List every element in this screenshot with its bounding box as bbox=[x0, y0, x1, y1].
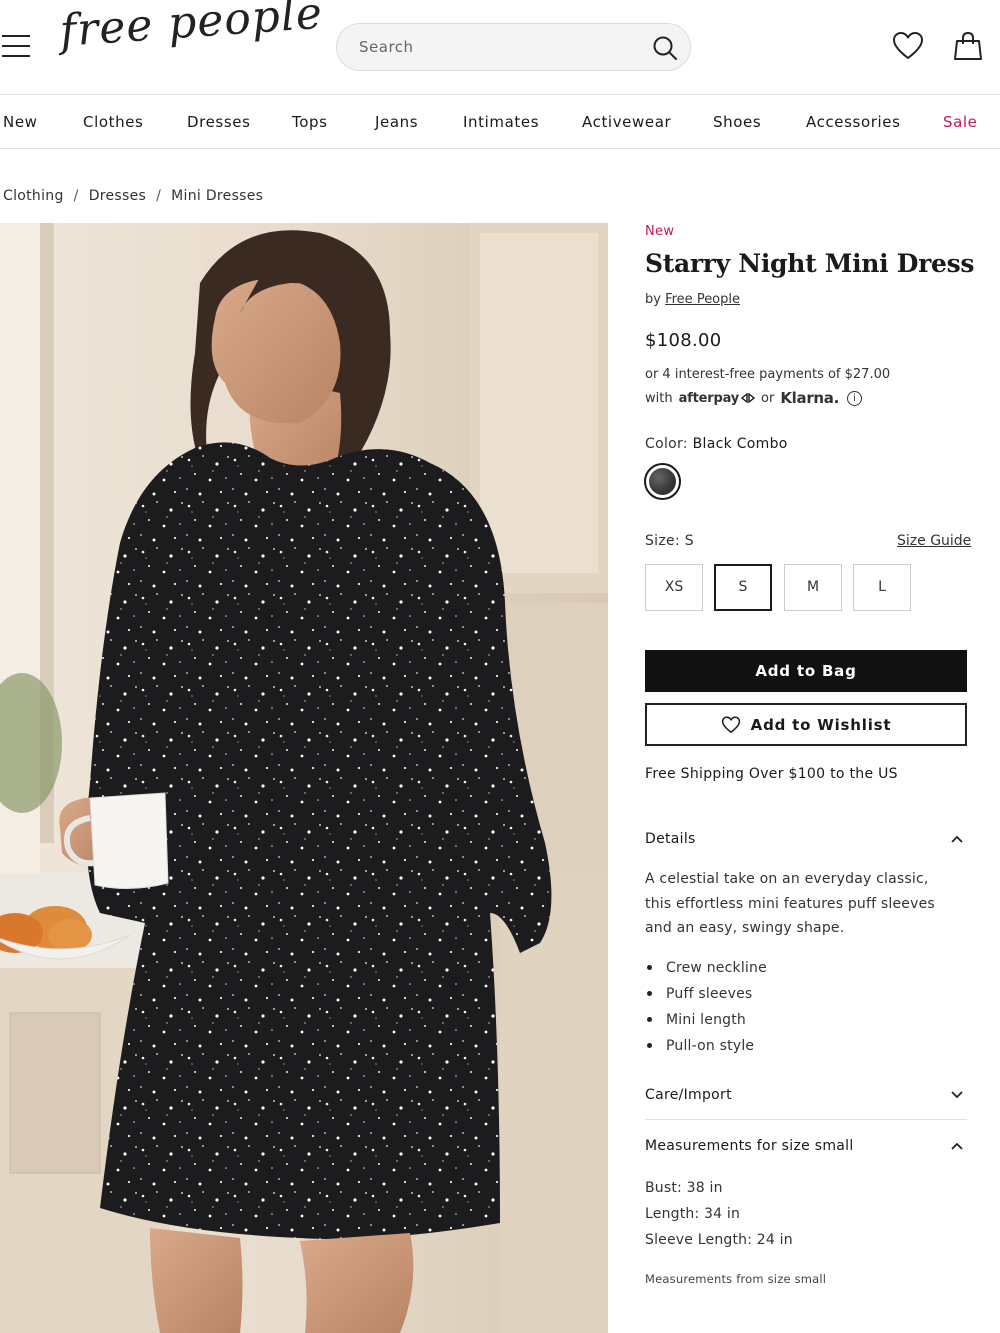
product-price: $108.00 bbox=[645, 330, 722, 351]
add-to-wishlist-label: Add to Wishlist bbox=[750, 715, 892, 734]
hamburger-menu-icon[interactable] bbox=[2, 35, 30, 59]
main-navigation: New Clothes Dresses Tops Jeans Intimates… bbox=[0, 94, 1000, 149]
product-brand-line: by Free People bbox=[645, 292, 740, 307]
size-button-m[interactable]: M bbox=[784, 564, 842, 611]
measurements-label: Measurements for size small bbox=[645, 1138, 854, 1154]
chevron-down-icon bbox=[951, 1091, 963, 1099]
details-feature-list: Crew neckline Puff sleeves Mini length P… bbox=[645, 956, 767, 1060]
size-label-prefix: Size: bbox=[645, 533, 680, 549]
product-photo-illustration bbox=[0, 223, 608, 1333]
site-logo[interactable]: free people bbox=[58, 0, 324, 57]
details-accordion-header[interactable]: Details bbox=[645, 825, 967, 855]
measurements-note: Measurements from size small bbox=[645, 1272, 827, 1286]
nav-item-dresses[interactable]: Dresses bbox=[187, 113, 251, 131]
or-text: or bbox=[761, 390, 775, 406]
chevron-up-icon bbox=[951, 835, 963, 843]
measurement-length: Length: 34 in bbox=[645, 1206, 741, 1222]
divider bbox=[645, 1119, 967, 1120]
chevron-up-icon bbox=[951, 1142, 963, 1150]
size-button-s[interactable]: S bbox=[714, 564, 772, 611]
details-description: A celestial take on an everyday classic,… bbox=[645, 871, 935, 936]
color-value: Black Combo bbox=[692, 436, 788, 452]
nav-item-jeans[interactable]: Jeans bbox=[375, 113, 418, 131]
size-button-l[interactable]: L bbox=[853, 564, 911, 611]
nav-item-shoes[interactable]: Shoes bbox=[713, 113, 761, 131]
color-swatch-black-combo[interactable] bbox=[644, 463, 681, 500]
swatch-fill bbox=[649, 468, 676, 495]
shopping-bag-icon[interactable] bbox=[953, 31, 983, 61]
installments-text: or 4 interest-free payments of $27.00 bbox=[645, 367, 891, 382]
nav-item-new[interactable]: New bbox=[3, 113, 38, 131]
nav-item-sale[interactable]: Sale bbox=[943, 113, 978, 131]
care-accordion-header[interactable]: Care/Import bbox=[645, 1081, 967, 1111]
search-input[interactable] bbox=[359, 24, 639, 70]
nav-item-clothes[interactable]: Clothes bbox=[83, 113, 143, 131]
size-guide-link[interactable]: Size Guide bbox=[897, 533, 971, 549]
site-header: free people bbox=[0, 0, 1000, 94]
list-item: Mini length bbox=[645, 1008, 767, 1034]
search-icon[interactable] bbox=[652, 35, 678, 61]
afterpay-logo[interactable]: afterpay bbox=[679, 391, 740, 406]
shipping-note: Free Shipping Over $100 to the US bbox=[645, 766, 898, 782]
breadcrumb-separator: / bbox=[156, 188, 162, 204]
details-label: Details bbox=[645, 831, 696, 847]
care-label: Care/Import bbox=[645, 1087, 732, 1103]
size-button-xs[interactable]: XS bbox=[645, 564, 703, 611]
breadcrumb-clothing[interactable]: Clothing bbox=[3, 188, 64, 204]
search-bar bbox=[336, 23, 691, 71]
list-item: Crew neckline bbox=[645, 956, 767, 982]
nav-item-tops[interactable]: Tops bbox=[292, 113, 328, 131]
measurement-sleeve: Sleeve Length: 24 in bbox=[645, 1232, 793, 1248]
nav-item-intimates[interactable]: Intimates bbox=[463, 113, 539, 131]
product-image[interactable] bbox=[0, 223, 608, 1333]
breadcrumb-mini-dresses[interactable]: Mini Dresses bbox=[171, 188, 263, 204]
nav-item-accessories[interactable]: Accessories bbox=[806, 113, 901, 131]
afterpay-arrows-icon bbox=[741, 393, 756, 403]
breadcrumb: Clothing / Dresses / Mini Dresses bbox=[3, 188, 263, 204]
by-prefix: by bbox=[645, 292, 661, 307]
color-label: Color: Black Combo bbox=[645, 436, 788, 452]
add-to-wishlist-button[interactable]: Add to Wishlist bbox=[645, 703, 967, 746]
add-to-bag-button[interactable]: Add to Bag bbox=[645, 650, 967, 692]
measurements-list: Bust: 38 in Length: 34 in Sleeve Length:… bbox=[645, 1175, 793, 1253]
measurement-bust: Bust: 38 in bbox=[645, 1180, 723, 1196]
size-value: S bbox=[684, 533, 694, 549]
brand-link[interactable]: Free People bbox=[665, 292, 740, 307]
nav-item-activewear[interactable]: Activewear bbox=[582, 113, 671, 131]
color-label-prefix: Color: bbox=[645, 436, 688, 452]
heart-icon[interactable] bbox=[892, 31, 924, 61]
heart-icon bbox=[721, 715, 740, 733]
with-text: with bbox=[645, 390, 673, 406]
breadcrumb-dresses[interactable]: Dresses bbox=[89, 188, 146, 204]
info-icon[interactable]: i bbox=[847, 390, 863, 406]
klarna-logo[interactable]: Klarna. bbox=[780, 389, 839, 407]
measurements-accordion-header[interactable]: Measurements for size small bbox=[645, 1132, 967, 1162]
payment-providers: with afterpay or Klarna. i bbox=[645, 389, 863, 407]
new-badge: New bbox=[645, 224, 675, 239]
list-item: Puff sleeves bbox=[645, 982, 767, 1008]
product-title: Starry Night Mini Dress bbox=[645, 249, 975, 278]
size-label: Size: S bbox=[645, 533, 694, 549]
list-item: Pull-on style bbox=[645, 1034, 767, 1060]
breadcrumb-separator: / bbox=[73, 188, 79, 204]
